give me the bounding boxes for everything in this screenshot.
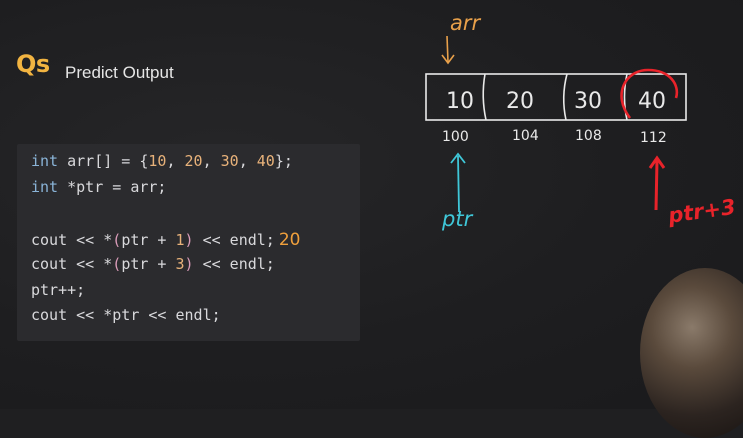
address-label: 104 bbox=[512, 128, 539, 144]
pointer-label: ptr bbox=[441, 207, 474, 231]
array-cell: 10 bbox=[446, 89, 474, 114]
offset-label: ptr+3 bbox=[666, 195, 737, 228]
array-label: arr bbox=[450, 11, 482, 35]
array-cell: 40 bbox=[638, 89, 666, 114]
cell-divider bbox=[562, 73, 568, 121]
cell-divider bbox=[482, 73, 487, 121]
pointer-arrow bbox=[457, 155, 460, 213]
array-cell: 30 bbox=[574, 89, 602, 114]
address-label: 112 bbox=[640, 130, 667, 146]
array-arrow bbox=[446, 35, 449, 63]
offset-arrow bbox=[654, 159, 659, 211]
address-label: 108 bbox=[575, 128, 602, 144]
address-label: 100 bbox=[442, 129, 469, 145]
array-cell: 20 bbox=[506, 89, 534, 114]
array-diagram: arr 10 20 30 40 100 104 108 112 ptr ptr+… bbox=[425, 11, 737, 231]
